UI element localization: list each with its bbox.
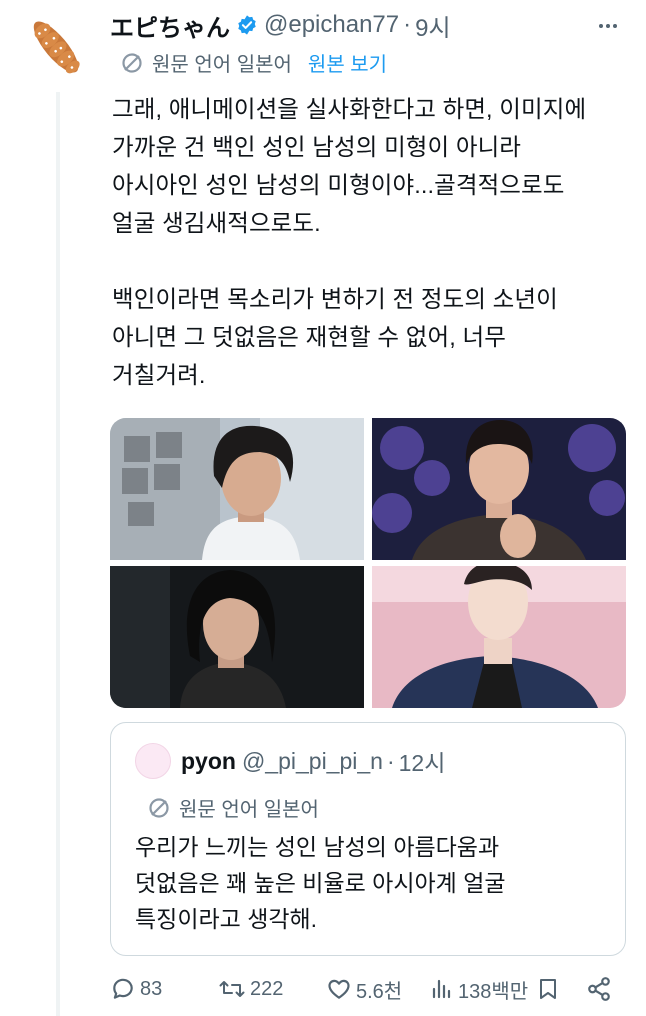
quote-header: pyon @_pi_pi_pi_n · 12시 <box>135 743 445 779</box>
like-icon <box>326 976 352 1002</box>
tweet-header: エピちゃん @epichan77 · 9시 <box>110 8 626 42</box>
media-grid <box>110 418 626 708</box>
body-line: 거칠거려. <box>112 362 206 388</box>
quote-avatar[interactable] <box>135 743 171 779</box>
quote-translate-label: 원문 언어 일본어 <box>179 799 319 821</box>
share-icon <box>586 976 612 1002</box>
author-name[interactable]: エピちゃん <box>110 8 230 43</box>
more-icon[interactable] <box>596 14 620 43</box>
translate-globe-icon <box>120 51 144 75</box>
tweet-body: 그래, 애니메이션을 실사화한다고 하면, 이미지에 가까운 건 백인 성인 남… <box>112 90 632 394</box>
views-count: 138백만 <box>458 980 529 1003</box>
quote-translate-bar: 원문 언어 일본어 <box>147 793 319 822</box>
views-button[interactable]: 138백만 <box>430 975 528 1004</box>
translate-globe-icon <box>147 796 171 820</box>
quote-time[interactable]: 12시 <box>399 744 446 778</box>
reply-count: 83 <box>140 977 163 1000</box>
quote-author-name[interactable]: pyon <box>181 748 236 775</box>
repost-icon <box>218 976 246 1002</box>
media-photo-1[interactable] <box>110 418 364 560</box>
header-separator: · <box>403 11 412 38</box>
share-button[interactable] <box>586 976 612 1002</box>
repost-button[interactable]: 222 <box>218 976 283 1002</box>
quote-header-separator: · <box>386 747 395 774</box>
quote-line: 우리가 느끼는 성인 남성의 아름다움과 <box>135 834 500 860</box>
thread-line <box>56 92 60 1016</box>
body-line: 백인이라면 목소리가 변하기 전 정도의 소년이 <box>112 286 558 312</box>
show-original-link[interactable]: 원본 보기 <box>308 48 387 77</box>
quote-line: 특징이라고 생각해. <box>135 906 318 932</box>
repost-count: 222 <box>250 977 284 1000</box>
body-line: 가까운 건 백인 성인 남성의 미형이 아니라 <box>112 134 522 160</box>
quoted-tweet[interactable]: pyon @_pi_pi_pi_n · 12시 원문 언어 일본어 우리가 느끼… <box>110 722 626 956</box>
reply-icon <box>110 976 136 1002</box>
media-photo-4[interactable] <box>372 566 626 708</box>
like-button[interactable]: 5.6천 <box>326 975 402 1004</box>
translate-source-label: 원문 언어 일본어 <box>152 54 292 76</box>
media-photo-3[interactable] <box>110 566 364 708</box>
media-photo-2[interactable] <box>372 418 626 560</box>
body-line: 아시아인 성인 남성의 미형이야...골격적으로도 <box>112 172 565 198</box>
bookmark-button[interactable] <box>536 976 560 1002</box>
reply-button[interactable]: 83 <box>110 976 162 1002</box>
quote-author-handle[interactable]: @_pi_pi_pi_n <box>242 748 383 775</box>
tweet-time[interactable]: 9시 <box>415 8 450 43</box>
body-line: 그래, 애니메이션을 실사화한다고 하면, 이미지에 <box>112 96 587 122</box>
action-bar: 83 222 5.6천 138백만 <box>110 972 626 1006</box>
like-count: 5.6천 <box>356 980 403 1003</box>
bookmark-icon <box>536 976 560 1002</box>
verified-badge-icon <box>236 14 258 36</box>
translate-bar: 원문 언어 일본어 원본 보기 <box>120 48 387 77</box>
quote-body: 우리가 느끼는 성인 남성의 아름다움과 덧없음은 꽤 높은 비율로 아시아계 … <box>135 829 506 937</box>
author-handle[interactable]: @epichan77 <box>264 11 399 39</box>
body-line: 아니면 그 덧없음은 재현할 수 없어, 너무 <box>112 324 506 350</box>
views-icon <box>430 976 454 1002</box>
author-avatar[interactable] <box>26 12 86 82</box>
quote-line: 덧없음은 꽤 높은 비율로 아시아계 얼굴 <box>135 870 506 896</box>
body-line: 얼굴 생김새적으로도. <box>112 210 321 236</box>
